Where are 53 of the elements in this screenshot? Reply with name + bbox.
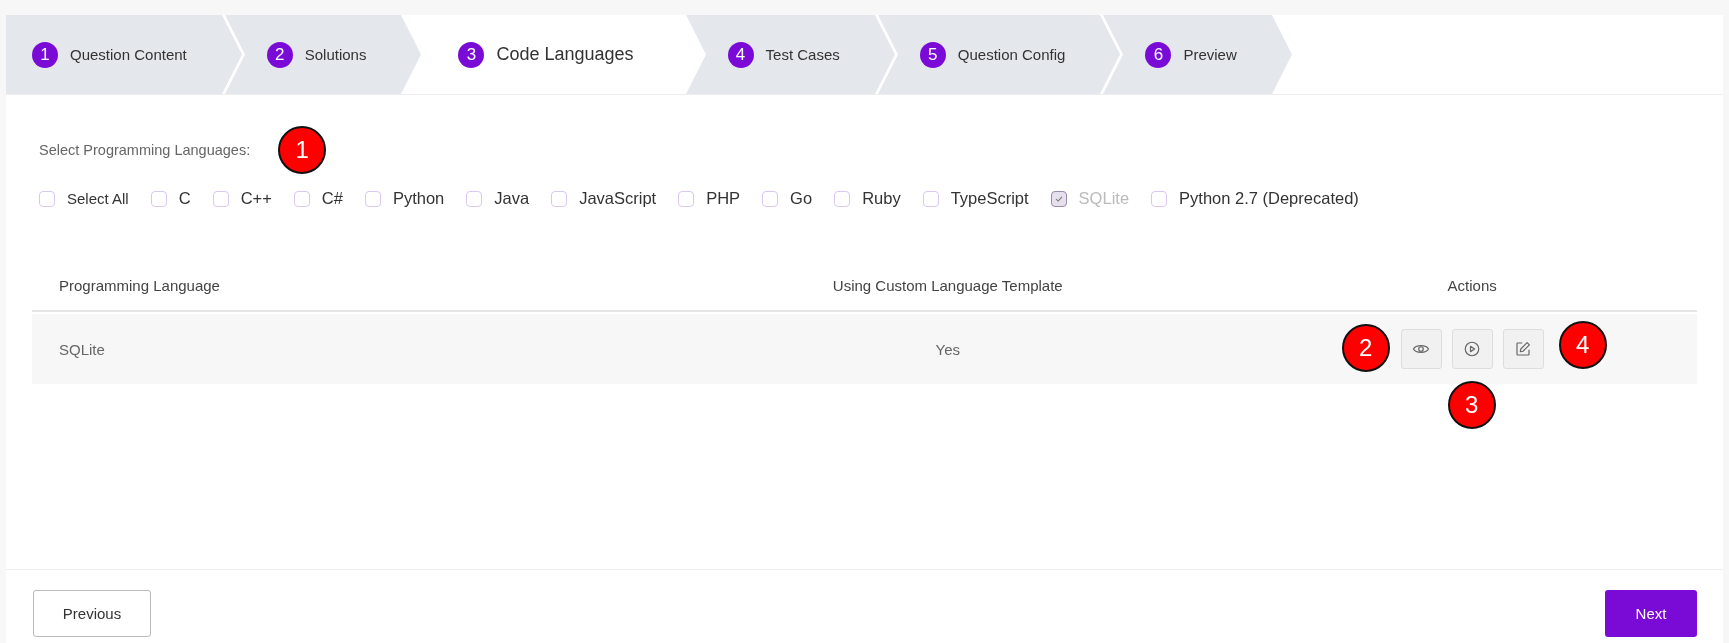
callout-marker: 2 <box>1341 324 1390 372</box>
step-number: 6 <box>1145 41 1172 68</box>
step-number: 3 <box>458 41 485 68</box>
step-label: Preview <box>1183 46 1237 63</box>
language-checkbox[interactable]: C++ <box>212 189 272 208</box>
play-icon <box>1463 340 1482 358</box>
step-label: Solutions <box>304 46 367 63</box>
language-checkbox[interactable]: Go <box>762 189 813 208</box>
checkbox[interactable] <box>1151 190 1168 207</box>
step-label: Question Config <box>957 46 1066 63</box>
language-checkbox[interactable]: Java <box>466 189 530 208</box>
checkbox[interactable] <box>150 190 167 207</box>
language-checkbox[interactable]: PHP <box>678 189 741 208</box>
run-button[interactable] <box>1451 329 1493 369</box>
column-header: Programming Language <box>58 276 221 294</box>
checkbox[interactable] <box>293 190 310 207</box>
language-checkbox[interactable]: C <box>150 189 191 208</box>
checkbox[interactable] <box>364 190 381 207</box>
checkbox[interactable] <box>551 190 568 207</box>
edit-button[interactable] <box>1502 329 1544 369</box>
column-header: Using Custom Language Template <box>831 276 1064 294</box>
checkbox[interactable] <box>678 190 695 207</box>
language-checkbox[interactable]: TypeScript <box>922 189 1029 208</box>
step-label: Test Cases <box>765 46 840 63</box>
step-number: 1 <box>32 41 58 68</box>
section-label: Select Programming Languages: <box>39 142 251 158</box>
next-button[interactable]: Next <box>1605 589 1697 637</box>
callout-marker: 4 <box>1558 321 1607 369</box>
view-button[interactable] <box>1400 329 1442 369</box>
checkbox[interactable] <box>834 190 851 207</box>
checkbox[interactable] <box>922 190 939 207</box>
step-number: 5 <box>919 41 946 68</box>
language-checkbox[interactable]: Python <box>364 189 445 208</box>
table-cell-text: SQLite <box>58 340 106 358</box>
callout-marker: 1 <box>278 126 327 174</box>
checkbox[interactable] <box>212 190 229 207</box>
edit-icon <box>1514 340 1533 358</box>
checkbox[interactable] <box>762 190 779 207</box>
language-checkbox[interactable]: Ruby <box>834 189 901 208</box>
language-checkbox[interactable]: Python 2.7 (Deprecated) <box>1151 189 1359 208</box>
language-checkbox[interactable]: Select All <box>39 190 129 207</box>
language-checkbox[interactable]: JavaScript <box>551 189 657 208</box>
language-checkbox[interactable]: C# <box>293 189 343 208</box>
checkbox[interactable] <box>39 190 55 207</box>
checkbox[interactable] <box>466 190 483 207</box>
step-label: Question Content <box>70 46 187 63</box>
column-header: Actions <box>1446 276 1498 294</box>
previous-button[interactable]: Previous <box>33 589 151 637</box>
table-cell-text: Yes <box>934 340 961 358</box>
step-number: 2 <box>266 41 293 68</box>
callout-marker: 3 <box>1447 381 1496 429</box>
step-label: Code Languages <box>496 44 634 65</box>
step-number: 4 <box>727 41 754 68</box>
